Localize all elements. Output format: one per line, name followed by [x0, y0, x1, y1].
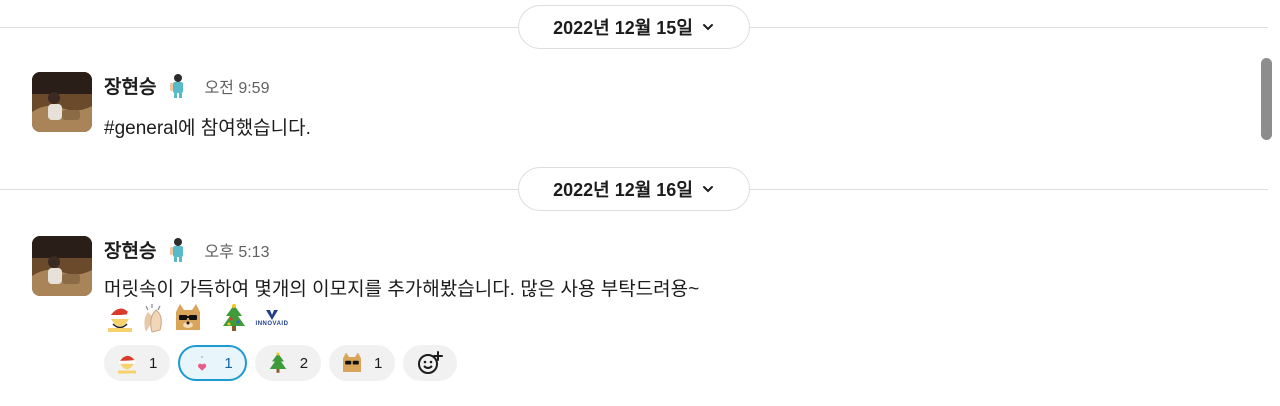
reactions-bar: 1 1 2 1 [104, 345, 458, 381]
message-timestamp[interactable]: 오후 5:13 [204, 238, 269, 262]
clapping-hands-emoji[interactable] [138, 302, 170, 334]
message-text: 머릿속이 가득하여 몇개의 이모지를 추가해봤습니다. 많은 사용 부탁드려용~ [104, 279, 700, 300]
add-reaction-button[interactable] [403, 345, 458, 381]
christmas-tree-emoji [266, 351, 290, 375]
message-text: #general에 참여했습니다. [104, 118, 311, 139]
reaction-count: 1 [374, 354, 383, 372]
message-timestamp[interactable]: 오전 9:59 [204, 74, 269, 98]
author-name[interactable]: 장현승 [104, 72, 156, 99]
add-emoji-icon [416, 349, 444, 377]
doge-sunglasses-emoji[interactable] [172, 302, 204, 334]
innovaid-label: INNOVAID [255, 321, 289, 327]
inline-emoji-row: INNOVAID [104, 302, 292, 334]
reaction-count: 1 [224, 354, 233, 372]
reaction-pill[interactable]: 1 [104, 345, 171, 381]
reaction-count: 1 [149, 354, 158, 372]
message-header: 장현승 오전 9:59 [104, 72, 269, 99]
heart-sparkle-emoji [190, 351, 214, 375]
date-label: 2022년 12월 16일 [553, 180, 693, 200]
status-emoji-icon[interactable] [166, 237, 190, 263]
message-header: 장현승 오후 5:13 [104, 236, 269, 263]
user-avatar[interactable] [32, 236, 92, 296]
reaction-count: 2 [299, 354, 309, 372]
date-label: 2022년 12월 15일 [553, 18, 693, 38]
innovaid-logo-emoji[interactable]: INNOVAID [252, 302, 292, 334]
santa-cry-emoji[interactable] [104, 302, 136, 334]
chevron-down-icon [701, 20, 715, 34]
date-separator-button[interactable]: 2022년 12월 15일 [518, 5, 750, 49]
scrollbar-thumb[interactable] [1261, 58, 1272, 140]
reaction-pill-active[interactable]: 1 [178, 345, 247, 381]
status-emoji-icon[interactable] [166, 73, 190, 99]
reaction-pill[interactable]: 2 [254, 345, 322, 381]
author-name[interactable]: 장현승 [104, 236, 156, 263]
chevron-down-icon [701, 182, 715, 196]
user-avatar[interactable] [32, 72, 92, 132]
date-separator-button[interactable]: 2022년 12월 16일 [518, 167, 750, 211]
doge-sunglasses-emoji [340, 351, 364, 375]
santa-cry-emoji [115, 351, 139, 375]
christmas-tree-emoji[interactable] [218, 302, 250, 334]
reaction-pill[interactable]: 1 [329, 345, 396, 381]
